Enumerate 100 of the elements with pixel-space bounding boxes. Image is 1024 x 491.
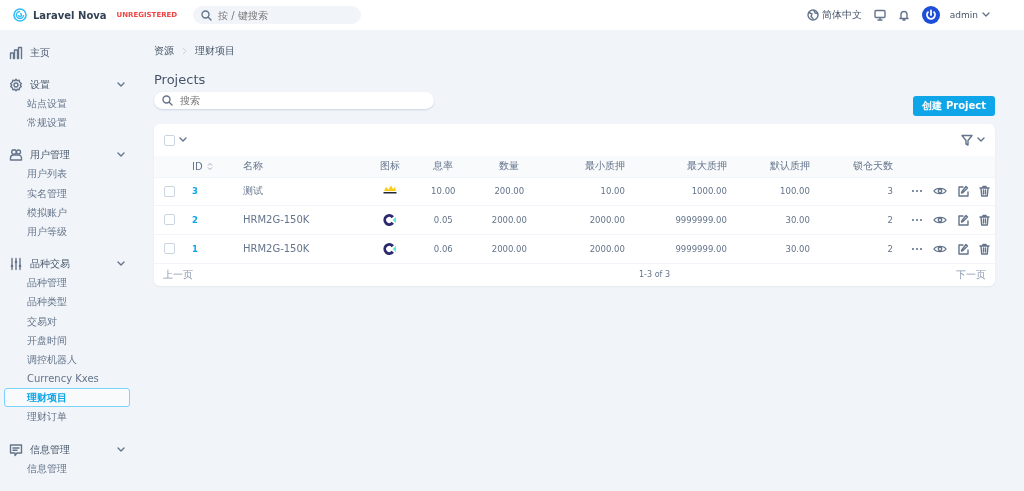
sidebar-section[interactable]: 设置	[30, 78, 110, 92]
table-cell: 0.05	[433, 214, 453, 225]
search-input[interactable]: 搜索	[180, 95, 426, 106]
search-icon	[162, 95, 173, 106]
table-cell: 2000.00	[589, 214, 625, 225]
message-icon	[9, 442, 23, 457]
sidebar-item[interactable]: 品种管理	[4, 273, 130, 293]
column-header[interactable]: ID	[192, 161, 203, 172]
sidebar-item[interactable]: 理财订单	[4, 407, 130, 427]
column-header: 息率	[433, 160, 454, 172]
sidebar-item[interactable]: 用户等级	[4, 221, 130, 242]
edit-icon[interactable]	[957, 242, 969, 255]
table-cell: 1000.00	[691, 186, 727, 197]
sidebar-item[interactable]: 品种类型	[4, 292, 130, 312]
edit-icon[interactable]	[957, 185, 969, 198]
table-cell: 3	[887, 186, 893, 197]
row-checkbox[interactable]	[164, 214, 175, 226]
more-icon[interactable]	[911, 246, 923, 251]
sidebar-item[interactable]: 常规设置	[4, 113, 130, 133]
column-header: 名称	[242, 160, 263, 172]
previous-page-link[interactable]: 上一页	[163, 267, 193, 282]
table-cell: 30.00	[785, 214, 810, 225]
breadcrumb-link[interactable]: 理财项目	[195, 44, 235, 58]
table-cell: 10.00	[431, 186, 456, 197]
delete-icon[interactable]	[979, 185, 990, 198]
table-cell: 200.00	[494, 186, 525, 197]
select-all-checkbox[interactable]	[164, 134, 175, 146]
create-button[interactable]: 创建 Project	[913, 96, 995, 116]
row-checkbox[interactable]	[164, 185, 175, 197]
id-link[interactable]: 2	[192, 214, 198, 225]
row-checkbox[interactable]	[164, 243, 175, 254]
sidebar-item[interactable]: 理财项目	[4, 388, 130, 408]
table-cell: 10.00	[600, 186, 625, 197]
column-header: 最小质押	[584, 160, 625, 172]
table-cell: 2000.00	[589, 243, 625, 254]
table-cell: 9999999.00	[675, 243, 727, 254]
bar-chart-icon	[9, 46, 23, 60]
sidebar-item[interactable]: 实名管理	[4, 183, 130, 203]
column-header: 默认质押	[769, 160, 810, 172]
more-icon[interactable]	[911, 189, 923, 194]
chevron-down-icon[interactable]	[117, 82, 125, 88]
user-menu-name[interactable]: admin	[949, 10, 978, 20]
sidebar-item[interactable]: 交易对	[4, 311, 130, 331]
sidebar-item[interactable]: Currency Kxes	[4, 369, 130, 389]
chevron-down-icon[interactable]	[977, 137, 985, 143]
sidebar-item[interactable]: 用户列表	[4, 164, 130, 184]
chevron-down-icon[interactable]	[982, 12, 990, 18]
delete-icon[interactable]	[979, 242, 990, 255]
table-cell: HRM2G-150K	[242, 214, 310, 226]
table-cell: 30.00	[785, 243, 810, 254]
table-cell: 2	[887, 243, 893, 254]
view-icon[interactable]	[933, 214, 947, 225]
table-cell: HRM2G-150K	[242, 243, 310, 254]
sidebar-item[interactable]: 信息管理	[4, 458, 130, 478]
sidebar-section[interactable]: 品种交易	[30, 257, 110, 272]
sidebar-item[interactable]: 开盘时间	[4, 330, 130, 350]
table-cell: 9999999.00	[675, 214, 727, 225]
chevron-down-icon[interactable]	[179, 137, 187, 143]
filter-icon[interactable]	[961, 134, 973, 146]
column-header: 最大质押	[686, 160, 727, 172]
language-link[interactable]: 简体中文	[821, 8, 862, 22]
breadcrumb-link[interactable]: 资源	[154, 44, 174, 58]
table-cell: 2000.00	[491, 243, 527, 254]
brand-name[interactable]: Laravel Nova	[33, 9, 107, 21]
global-search-field[interactable]: 按 / 键搜索	[193, 6, 362, 24]
table-cell: 100.00	[780, 186, 810, 197]
sidebar-section[interactable]: 主页	[30, 46, 130, 60]
sidebar-item[interactable]: 站点设置	[4, 94, 130, 114]
settings-icon	[9, 78, 23, 92]
power-avatar-icon[interactable]	[921, 6, 940, 24]
chevron-down-icon[interactable]	[117, 446, 125, 453]
sidebar-item[interactable]: 调控机器人	[4, 349, 130, 370]
next-page-link[interactable]: 下一页	[956, 267, 986, 282]
id-link[interactable]: 3	[192, 186, 198, 197]
chevron-down-icon[interactable]	[117, 261, 125, 268]
globe-icon[interactable]	[806, 9, 819, 21]
delete-icon[interactable]	[979, 213, 990, 226]
sidebar-section[interactable]: 信息管理	[30, 442, 110, 457]
search-input[interactable]: 按 / 键搜索	[218, 9, 354, 21]
monitor-icon[interactable]	[873, 9, 886, 21]
column-header: 图标	[379, 160, 400, 172]
column-header: 锁仓天数	[853, 160, 893, 172]
more-icon[interactable]	[911, 217, 923, 222]
sidebar-section[interactable]: 用户管理	[30, 148, 110, 163]
table-cell: 0.06	[433, 243, 453, 254]
search-field[interactable]: 搜索	[154, 92, 434, 109]
sliders-icon	[9, 257, 23, 272]
pagination-range: 1-3 of 3	[639, 270, 670, 279]
bell-icon[interactable]	[897, 9, 910, 21]
table-cell: 2	[887, 214, 893, 225]
id-link[interactable]: 1	[192, 243, 198, 254]
view-icon[interactable]	[933, 243, 947, 254]
edit-icon[interactable]	[957, 213, 969, 226]
chevron-down-icon[interactable]	[117, 152, 125, 159]
users-icon	[9, 148, 23, 163]
search-icon	[201, 9, 213, 21]
table-cell: 2000.00	[491, 214, 527, 225]
sidebar-item[interactable]: 模拟账户	[4, 202, 130, 222]
view-icon[interactable]	[933, 186, 947, 197]
ring-logo-icon	[381, 240, 398, 257]
